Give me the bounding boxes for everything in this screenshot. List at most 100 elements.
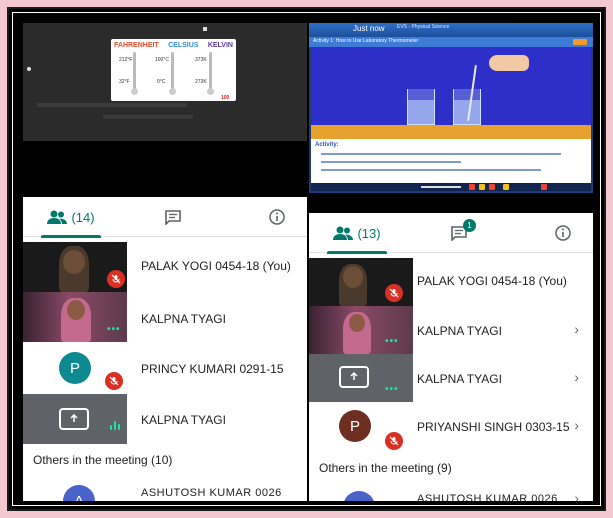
participant-face: [67, 300, 85, 320]
participant-row-priyanshi[interactable]: P PRIYANSHI SINGH 0303-15 ›: [309, 402, 593, 452]
participant-row-palak[interactable]: PALAK YOGI 0454-18 (You): [23, 242, 307, 292]
avatar: A: [63, 485, 95, 501]
present-screen-icon: [59, 408, 89, 430]
chat-unread-badge: 1: [463, 219, 476, 232]
activity-line: [321, 153, 561, 155]
control-button[interactable]: [479, 184, 485, 190]
kelvin-header: KELVIN: [207, 42, 233, 49]
participant-name: ASHUTOSH KUMAR 0026: [417, 493, 558, 501]
blurred-text-line: [37, 103, 187, 107]
blurred-text-line: [103, 115, 193, 119]
presentation-tile: •••: [309, 354, 413, 402]
participant-row-kalpna-presenting[interactable]: ••• KALPNA TYAGI ›: [309, 354, 593, 402]
avatar-tile: P: [309, 402, 413, 452]
control-button[interactable]: [503, 184, 509, 190]
tab-chat[interactable]: [133, 197, 213, 237]
black-area: [23, 141, 307, 197]
panel-tabs: (14): [23, 197, 307, 238]
seek-bar[interactable]: [421, 186, 461, 188]
chevron-right-icon: ›: [574, 417, 579, 433]
chevron-right-icon: ›: [574, 321, 579, 337]
participant-row-kalpna-presenting[interactable]: KALPNA TYAGI: [23, 394, 307, 444]
media-controls: [311, 183, 591, 191]
k-high: 373K: [195, 57, 207, 63]
thermometer-c: [169, 52, 176, 95]
chat-icon: [165, 209, 181, 225]
participant-row-palak[interactable]: PALAK YOGI 0454-18 (You): [309, 258, 593, 306]
thermometer-k: [207, 52, 214, 95]
people-icon: [47, 210, 68, 224]
hand-graphic: [489, 55, 529, 71]
participant-name: PALAK YOGI 0454-18 (You): [417, 274, 567, 288]
shared-slide-experiment: Just now EVS - Physical Science Activity…: [309, 23, 593, 193]
shared-slide-thermometer: FAHRENHEIT CELSIUS KELVIN 212°F 32°F 100…: [23, 23, 307, 141]
participant-face: [63, 250, 85, 274]
k-low: 273K: [195, 79, 207, 85]
participant-row-kalpna[interactable]: ••• KALPNA TYAGI: [23, 292, 307, 342]
f-high: 212°F: [119, 57, 133, 63]
mic-off-icon: [105, 372, 123, 390]
control-button[interactable]: [469, 184, 475, 190]
participant-row-kalpna[interactable]: ••• KALPNA TYAGI ›: [309, 306, 593, 354]
more-dots-icon: •••: [107, 324, 121, 335]
left-screen: FAHRENHEIT CELSIUS KELVIN 212°F 32°F 100…: [23, 23, 307, 501]
others-heading: Others in the meeting (10): [33, 453, 173, 467]
mic-off-icon: [107, 270, 125, 288]
control-button[interactable]: [489, 184, 495, 190]
info-icon: [555, 225, 571, 241]
celsius-header: CELSIUS: [168, 42, 199, 49]
c-low: 0°C: [157, 79, 166, 85]
tab-chat[interactable]: 1: [419, 213, 499, 253]
lab-table: [311, 125, 591, 139]
black-area: [309, 193, 593, 213]
participant-name: KALPNA TYAGI: [417, 324, 502, 338]
avatar: P: [59, 352, 91, 384]
thermometer-f: [131, 52, 138, 95]
cursor-icon: [203, 27, 207, 31]
tab-info[interactable]: [247, 197, 307, 237]
activity-line: [321, 161, 461, 163]
fahrenheit-header: FAHRENHEIT: [114, 42, 159, 49]
participant-row-ashutosh[interactable]: A ASHUTOSH KUMAR 0026: [23, 477, 307, 501]
slide-title-bar: Just now EVS - Physical Science: [309, 23, 593, 37]
avatar-tile: P: [23, 342, 127, 394]
info-icon: [269, 209, 285, 225]
people-panel: (14) PALAK YOGI 0454-18 (You) ••• KALPNA…: [23, 197, 307, 501]
more-dots-icon: •••: [385, 384, 399, 395]
collage: FAHRENHEIT CELSIUS KELVIN 212°F 32°F 100…: [12, 12, 601, 506]
activity-heading: Activity:: [315, 142, 339, 148]
activity-text: Activity:: [311, 139, 591, 183]
video-tile: •••: [309, 306, 413, 354]
slide-subtitle: EVS - Physical Science: [397, 24, 450, 30]
participant-row-ashutosh[interactable]: A ASHUTOSH KUMAR 0026 ›: [309, 481, 593, 501]
people-icon: [333, 226, 354, 240]
participant-name: ASHUTOSH KUMAR 0026: [141, 487, 282, 499]
slide-time: Just now: [353, 24, 385, 33]
participant-name: KALPNA TYAGI: [417, 372, 502, 386]
participant-name: KALPNA TYAGI: [141, 413, 226, 427]
tab-people[interactable]: (13): [309, 213, 405, 254]
activity-title: Activity 1: How to Use Laboratory Thermo…: [313, 38, 419, 44]
more-dots-icon: •••: [385, 336, 399, 347]
panel-tabs: (13) 1: [309, 213, 593, 254]
slide-edge-dot: [27, 67, 31, 71]
slide-nav: Activity 1: How to Use Laboratory Thermo…: [309, 37, 593, 47]
beaker-left: [407, 89, 435, 125]
avatar: A: [343, 491, 375, 501]
participant-name: PRINCY KUMARI 0291-15: [141, 362, 284, 376]
chevron-right-icon: ›: [574, 369, 579, 385]
video-tile: [309, 258, 413, 306]
slide-corner-mark: 100: [221, 95, 230, 101]
control-button[interactable]: [541, 184, 547, 190]
participant-name: KALPNA TYAGI: [141, 312, 226, 326]
video-tile: •••: [23, 292, 127, 342]
speaking-indicator-icon: [109, 420, 123, 432]
present-screen-icon: [339, 366, 369, 388]
people-panel: (13) 1 PALAK YOGI 0454-18 (You) ••• KALP…: [309, 213, 593, 501]
tab-people[interactable]: (14): [23, 197, 119, 238]
participant-row-princy[interactable]: P PRINCY KUMARI 0291-15: [23, 342, 307, 394]
avatar: P: [339, 410, 371, 442]
activity-line: [321, 169, 541, 171]
tab-info[interactable]: [533, 213, 593, 253]
c-high: 100°C: [155, 57, 169, 63]
